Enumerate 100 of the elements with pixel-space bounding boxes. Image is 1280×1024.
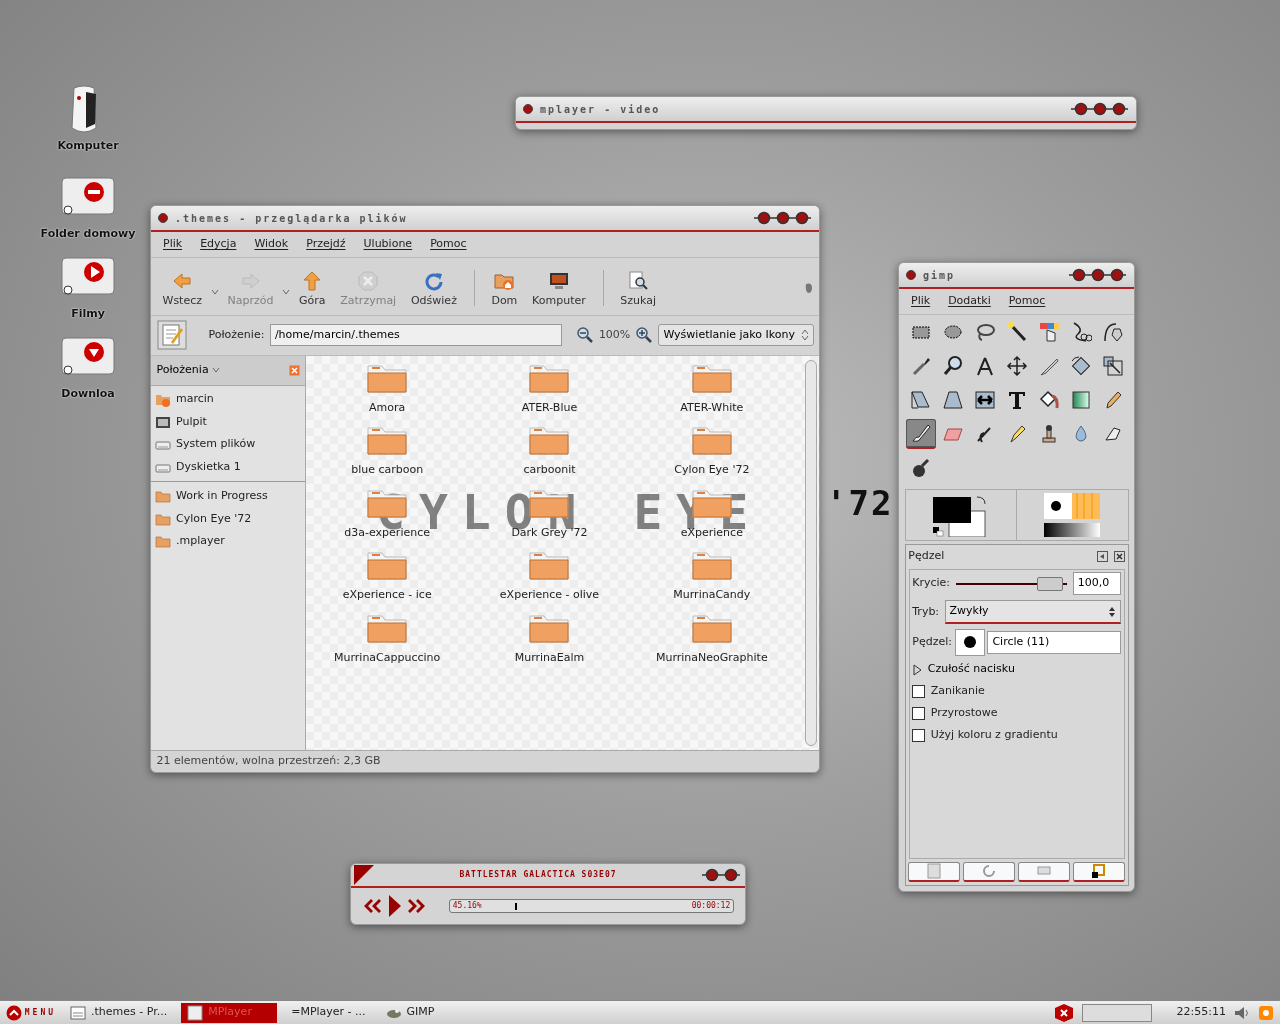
window-controls-icon[interactable] [754, 210, 813, 226]
taskbar-button[interactable]: =MPlayer - ... [285, 1002, 372, 1023]
spinner-arrows-icon [800, 329, 809, 341]
menu-item[interactable]: Przejdź [306, 236, 346, 253]
option-label: Tryb: [912, 603, 940, 620]
play-button[interactable] [387, 894, 402, 918]
menu-item[interactable]: Pomoc [430, 236, 467, 253]
checkbox-label: Użyj koloru z gradientu [930, 727, 1058, 744]
search-icon [628, 271, 649, 292]
seek-bar[interactable]: 45.16% 00:00:12 [449, 899, 734, 913]
bookmark-item[interactable]: Work in Progress [151, 485, 305, 508]
spinner-arrows-icon [1107, 605, 1116, 618]
view-mode-dropdown[interactable]: Wyświetlanie jako Ikony [658, 323, 814, 347]
folder-icon[interactable] [690, 549, 733, 581]
window-controls-icon[interactable] [1071, 101, 1130, 117]
save-icon [926, 863, 943, 880]
desktop-icon-label[interactable]: Downloa [61, 386, 115, 403]
file-name[interactable]: eXperience - olive [499, 587, 600, 604]
pressure-expander[interactable]: Czułość nacisku [912, 661, 1121, 678]
file-name[interactable]: MurrinaNeoGraphite [655, 649, 768, 666]
pen-nib-icon [1101, 321, 1124, 344]
window-controls-icon[interactable] [1069, 267, 1128, 283]
file-name[interactable]: MurrinaEalm [514, 649, 585, 666]
desktop-icon-label[interactable]: Filmy [71, 306, 105, 323]
panel-action-button[interactable] [1072, 861, 1125, 882]
menu-item[interactable]: Dodatki [948, 293, 991, 310]
window-controls-icon[interactable] [702, 867, 743, 883]
home-button[interactable]: Dom [485, 269, 524, 312]
folder-icon[interactable] [366, 424, 409, 456]
pager-widget[interactable] [1082, 1003, 1153, 1022]
panel-action-button[interactable] [1017, 861, 1070, 882]
flip-icon [973, 389, 996, 412]
tab-menu-icon[interactable] [1097, 551, 1109, 562]
taskbar-button[interactable]: .themes - Pr... [64, 1002, 174, 1023]
menu-item[interactable]: Pomoc [1008, 293, 1046, 310]
search-button[interactable]: Szukaj [614, 269, 662, 312]
desktop-icon-label[interactable]: Komputer [57, 138, 119, 155]
file-name[interactable]: eXperience - ice [342, 587, 432, 604]
start-menu-button[interactable]: MENU [6, 1004, 56, 1021]
panel-action-button[interactable] [963, 861, 1016, 882]
restore-icon [981, 863, 998, 880]
slider-thumb[interactable] [1036, 576, 1063, 591]
file-name[interactable]: ATER-Blue [521, 399, 578, 416]
zoom-out-icon[interactable] [577, 327, 594, 343]
reload-button[interactable]: Odśwież [404, 269, 463, 312]
bookmark-item[interactable]: Cylon Eye '72 [151, 507, 305, 531]
computer-button[interactable]: Komputer [526, 269, 592, 312]
sidebar-item[interactable]: Pulpit [151, 410, 305, 434]
up-button[interactable]: Góra [293, 269, 332, 312]
seek-position-marker[interactable] [515, 903, 518, 910]
checkbox[interactable] [912, 685, 926, 698]
opacity-spin-field[interactable]: 100,0 [1072, 572, 1121, 595]
window-menu-icon[interactable] [157, 212, 169, 224]
file-name[interactable]: MurrinaCappuccino [334, 649, 441, 666]
menu-item[interactable]: Ulubione [363, 236, 413, 253]
file-name[interactable]: carboonit [523, 462, 576, 479]
window-title: .themes - przeglądarka plików [175, 211, 409, 226]
opacity-slider[interactable] [955, 575, 1068, 592]
checkbox[interactable] [912, 729, 926, 742]
folder-icon[interactable] [528, 424, 571, 456]
chevron-icon [6, 1004, 22, 1021]
speaker-icon[interactable] [1234, 1005, 1250, 1020]
brush-pattern-gradient-icon[interactable] [1044, 492, 1101, 537]
bookmark-item[interactable]: .mplayer [151, 530, 305, 553]
checkbox[interactable] [912, 707, 926, 720]
back-arrow-icon [172, 271, 193, 292]
back-button[interactable]: Wstecz [156, 269, 208, 312]
menu-item[interactable]: Plik [163, 236, 183, 253]
menu-item[interactable]: Widok [254, 236, 289, 253]
mode-dropdown[interactable]: Zwykły [944, 600, 1121, 624]
sidebar-item[interactable]: System plików [151, 433, 305, 456]
window-menu-icon[interactable] [905, 269, 917, 281]
file-name[interactable]: Cylon Eye '72 [674, 462, 750, 479]
fast-forward-button[interactable] [407, 897, 427, 915]
file-name[interactable]: Amora [369, 399, 406, 416]
window-menu-icon[interactable] [522, 103, 534, 115]
brush-preview-button[interactable] [954, 629, 985, 656]
brush-name-field[interactable]: Circle (11) [987, 631, 1121, 654]
file-name[interactable]: blue carboon [351, 462, 424, 479]
magic-wand-icon [1005, 321, 1028, 344]
menu-item[interactable]: Edycja [200, 236, 237, 253]
scrollbar[interactable] [805, 359, 817, 746]
folder-icon[interactable] [366, 549, 409, 581]
sidebar-item[interactable]: marcin [151, 388, 305, 411]
gradient-icon [1069, 389, 1092, 412]
folder-icon[interactable] [528, 549, 571, 581]
desktop-icon-label[interactable]: Folder domowy [40, 226, 136, 243]
tool-button[interactable] [905, 419, 936, 450]
location-field[interactable]: /home/marcin/.themes [269, 323, 562, 347]
file-name[interactable]: ATER-White [680, 399, 744, 416]
shield-icon[interactable] [1054, 1002, 1075, 1023]
rewind-button[interactable] [362, 897, 382, 915]
folder-icon[interactable] [690, 424, 733, 456]
close-icon[interactable] [1113, 551, 1125, 562]
file-name[interactable]: MurrinaCandy [673, 587, 751, 604]
panel-action-button[interactable] [908, 861, 961, 882]
taskbar-button[interactable]: GIMP [379, 1002, 441, 1023]
zoom-in-icon[interactable] [635, 327, 652, 343]
menu-item[interactable]: Plik [911, 293, 931, 310]
sidebar-item[interactable]: Dyskietka 1 [151, 455, 305, 479]
